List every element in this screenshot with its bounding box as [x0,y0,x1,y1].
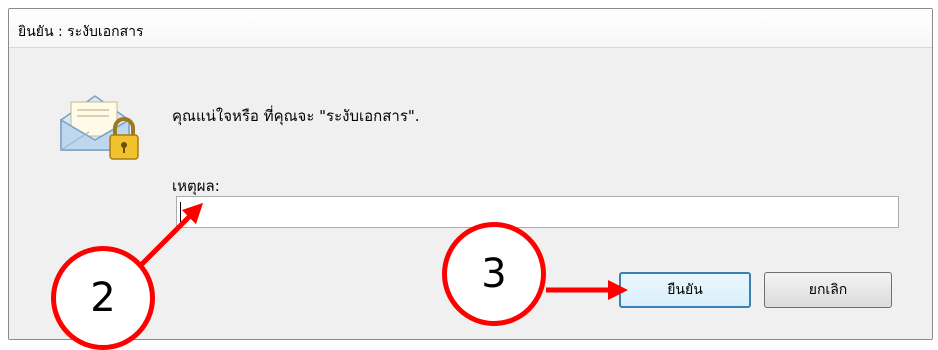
annotation-step-2: 2 [51,246,155,350]
annotation-step-3: 3 [442,222,546,326]
arrow-to-reason-input [138,202,204,268]
